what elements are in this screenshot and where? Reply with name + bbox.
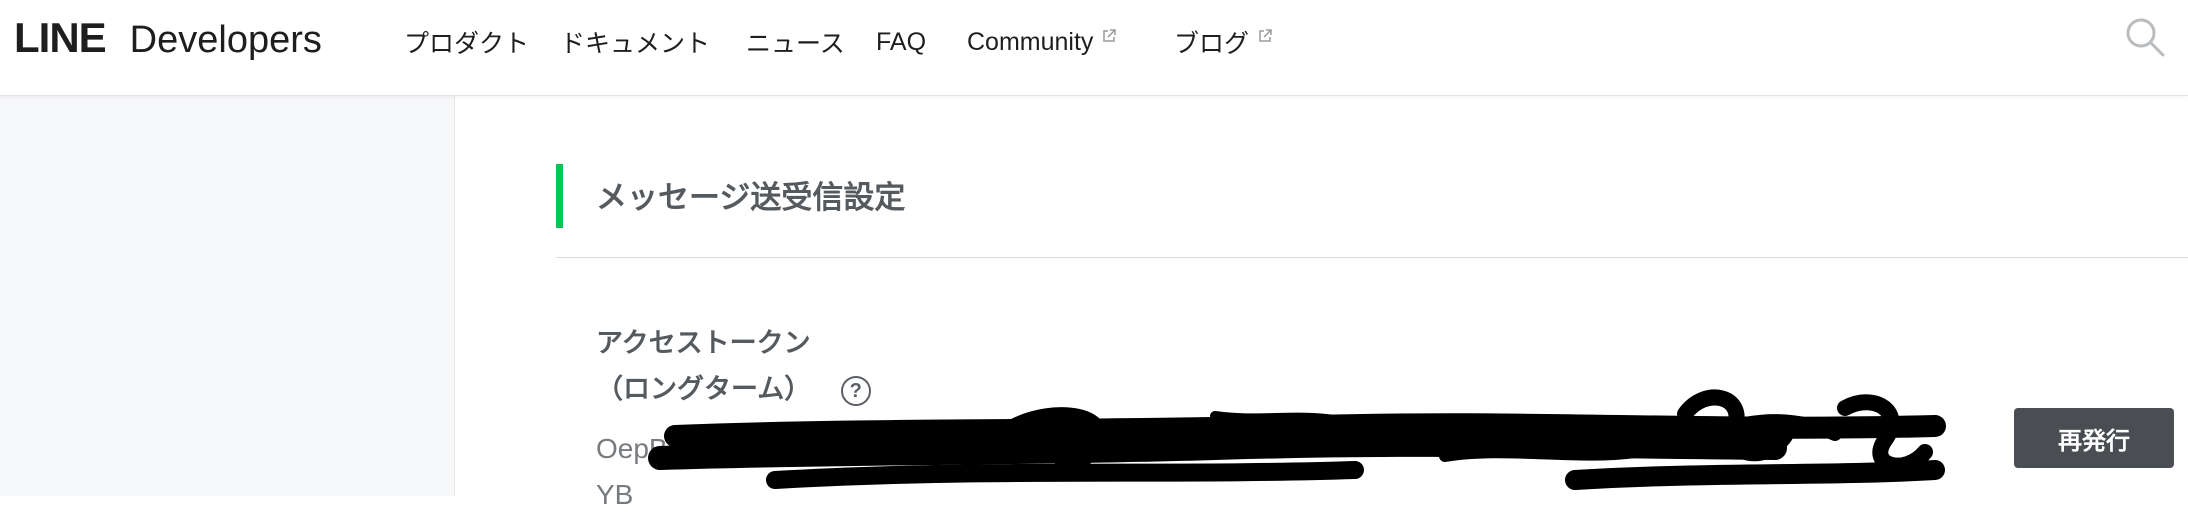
redaction-scribble <box>648 389 1946 490</box>
nav-item-faq[interactable]: FAQ <box>876 22 926 62</box>
nav-item-label: ブログ <box>1174 30 1250 58</box>
nav-item-label: FAQ <box>876 27 927 56</box>
external-link-icon <box>1259 29 1272 42</box>
top-header: LINE Developers プロダクト ドキュメント ニュース FAQ Co… <box>0 0 2188 96</box>
logo-line-text: LINE <box>14 14 107 61</box>
nav-item-label: Community <box>967 27 1094 56</box>
nav-item-community[interactable]: Community <box>967 22 1117 62</box>
main-content: メッセージ送受信設定 アクセストークン （ロングターム） ? OepBestor… <box>455 96 2188 510</box>
logo-developers-text: Developers <box>129 19 322 61</box>
nav-item-news[interactable]: ニュース <box>746 22 845 62</box>
external-link-icon <box>1103 29 1117 42</box>
nav-item-label: プロダクト <box>404 30 530 58</box>
sidebar <box>0 96 455 496</box>
nav-item-label: ニュース <box>746 30 845 58</box>
nav-item-products[interactable]: プロダクト <box>404 22 529 62</box>
search-icon[interactable] <box>2124 16 2166 58</box>
nav-item-label: ドキュメント <box>560 30 711 58</box>
nav-item-blog[interactable]: ブログ <box>1174 22 1273 62</box>
reissue-button[interactable]: 再発行 <box>2014 408 2174 468</box>
line-developers-logo[interactable]: LINE Developers <box>14 14 322 64</box>
nav-item-documents[interactable]: ドキュメント <box>560 22 710 62</box>
